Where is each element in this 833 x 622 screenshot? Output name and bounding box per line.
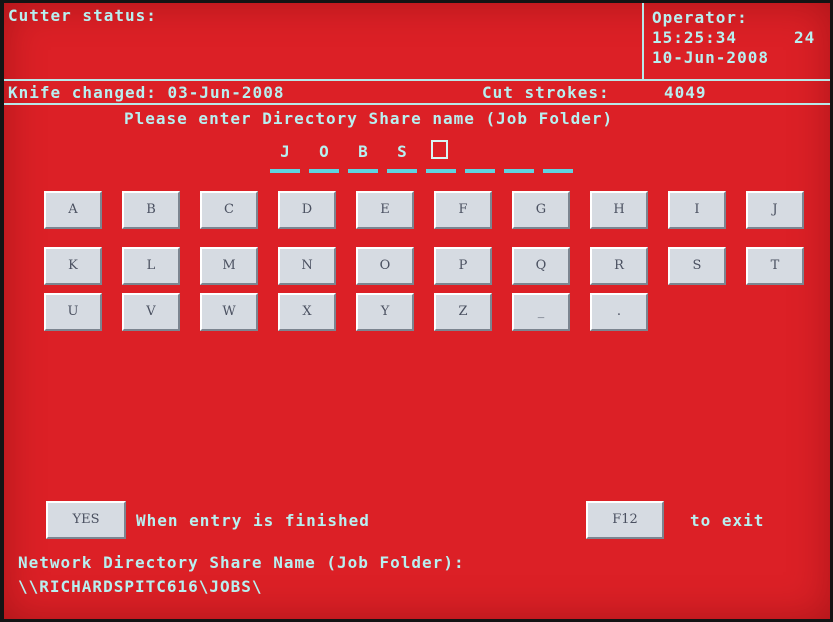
clock-time: 15:25:34 (652, 28, 738, 47)
info-row: Knife changed: 03-Jun-2008 Cut strokes: … (4, 81, 830, 105)
f12-button[interactable]: F12 (586, 501, 664, 539)
key-p[interactable]: P (434, 247, 492, 285)
footer-label: Network Directory Share Name (Job Folder… (18, 553, 465, 572)
entry-slot (465, 139, 495, 173)
entry-slot (543, 139, 573, 173)
entry-slot (504, 139, 534, 173)
key-o[interactable]: O (356, 247, 414, 285)
prompt-text: Please enter Directory Share name (Job F… (124, 109, 614, 128)
key-q[interactable]: Q (512, 247, 570, 285)
key-e[interactable]: E (356, 191, 414, 229)
knife-changed-text: Knife changed: 03-Jun-2008 (8, 83, 285, 102)
key-m[interactable]: M (200, 247, 258, 285)
cutter-screen: Cutter status: Operator: 15:25:34 24 10-… (4, 3, 830, 619)
operator-label: Operator: (652, 8, 748, 27)
key-n[interactable]: N (278, 247, 336, 285)
operator-panel: Operator: 15:25:34 24 10-Jun-2008 (644, 3, 830, 81)
key-v[interactable]: V (122, 293, 180, 331)
key-i[interactable]: I (668, 191, 726, 229)
key-h[interactable]: H (590, 191, 648, 229)
key-t[interactable]: T (746, 247, 804, 285)
yes-caption: When entry is finished (136, 511, 370, 530)
entry-slot: J (270, 139, 300, 173)
entry-slot: B (348, 139, 378, 173)
key-u[interactable]: U (44, 293, 102, 331)
cut-strokes-label: Cut strokes: (482, 83, 610, 102)
key-x[interactable]: X (278, 293, 336, 331)
key-g[interactable]: G (512, 191, 570, 229)
key-d[interactable]: D (278, 191, 336, 229)
key-f[interactable]: F (434, 191, 492, 229)
text-cursor (431, 140, 448, 159)
key-s[interactable]: S (668, 247, 726, 285)
key-period[interactable]: . (590, 293, 648, 331)
entry-slot (426, 139, 456, 173)
key-l[interactable]: L (122, 247, 180, 285)
footer-path: \\RICHARDSPITC616\JOBS\ (18, 577, 263, 596)
entry-slot: O (309, 139, 339, 173)
key-c[interactable]: C (200, 191, 258, 229)
key-r[interactable]: R (590, 247, 648, 285)
key-b[interactable]: B (122, 191, 180, 229)
key-underscore[interactable]: _ (512, 293, 570, 331)
key-k[interactable]: K (44, 247, 102, 285)
key-w[interactable]: W (200, 293, 258, 331)
entry-slot: S (387, 139, 417, 173)
key-a[interactable]: A (44, 191, 102, 229)
clock-date: 10-Jun-2008 (652, 48, 769, 67)
key-y[interactable]: Y (356, 293, 414, 331)
cutter-status-label: Cutter status: (8, 6, 157, 25)
key-j[interactable]: J (746, 191, 804, 229)
cutter-status-panel: Cutter status: (4, 3, 644, 81)
f12-caption: to exit (690, 511, 765, 530)
yes-button[interactable]: YES (46, 501, 126, 539)
key-z[interactable]: Z (434, 293, 492, 331)
clock-suffix: 24 (794, 28, 816, 47)
cut-strokes-value: 4049 (664, 83, 707, 102)
